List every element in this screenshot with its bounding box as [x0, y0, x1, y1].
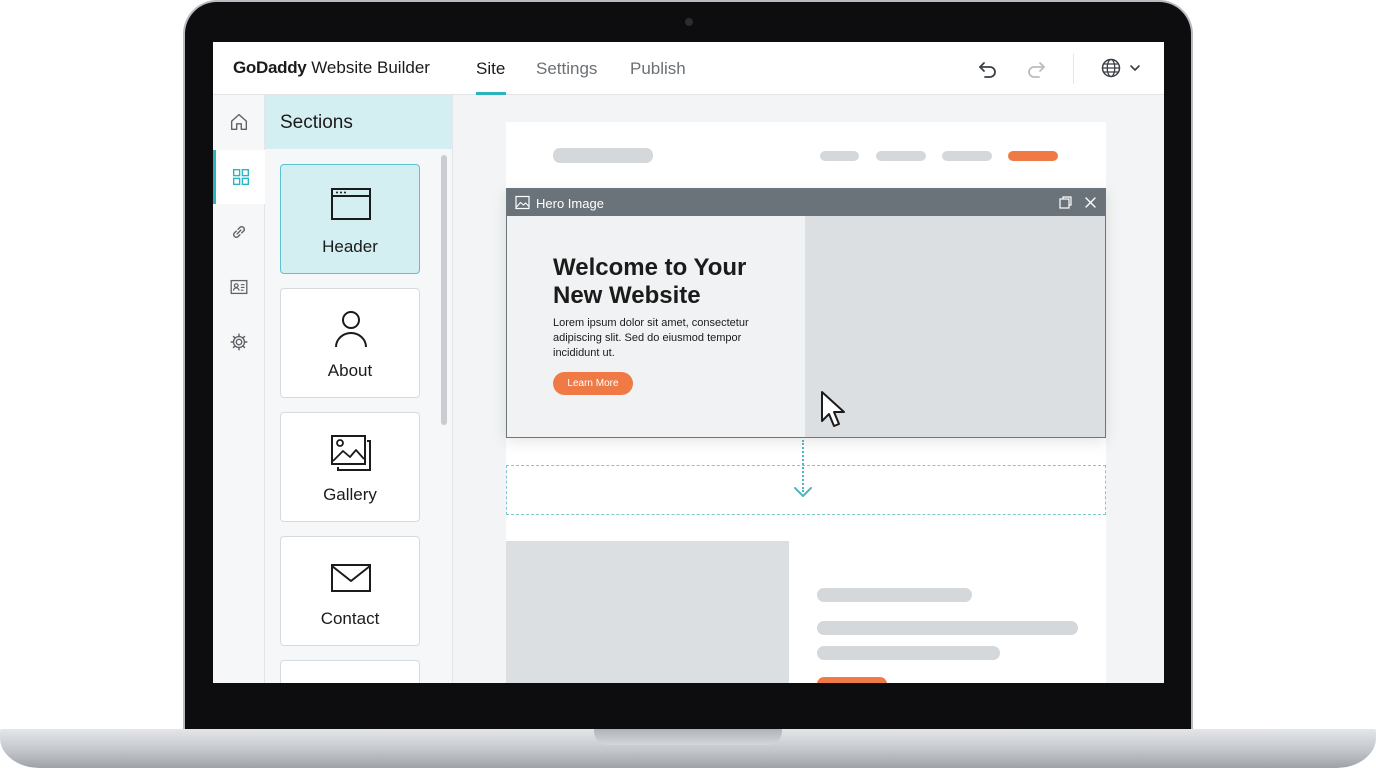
sections-panel: Sections Header About Gallery Contact — [265, 95, 453, 683]
placeholder-logo — [553, 148, 653, 163]
learn-more-button[interactable]: Learn More — [553, 372, 633, 395]
section-card-label: About — [327, 361, 373, 380]
placeholder-image — [506, 541, 789, 683]
top-bar: GoDaddy Website Builder Site Settings Pu… — [213, 42, 1164, 95]
rail-home-button[interactable] — [213, 95, 265, 149]
hero-body-text: Lorem ipsum dolor sit amet, consectetur … — [553, 317, 749, 359]
person-icon — [335, 311, 367, 348]
image-icon — [515, 195, 530, 210]
panel-scrollbar[interactable] — [441, 155, 447, 425]
screen: GoDaddy Website Builder Site Settings Pu… — [213, 42, 1164, 683]
rail-profile-button[interactable] — [213, 260, 265, 314]
tab-settings[interactable]: Settings — [536, 59, 597, 79]
close-icon[interactable] — [1083, 195, 1098, 210]
envelope-icon — [331, 564, 371, 592]
rail-links-button[interactable] — [213, 205, 265, 259]
duplicate-icon[interactable] — [1058, 195, 1073, 210]
hero-title: Welcome to Your New Website — [553, 254, 747, 309]
placeholder-text-line — [817, 646, 1000, 660]
placeholder-nav-item — [820, 151, 859, 161]
toolbar-divider — [1073, 54, 1074, 84]
sections-panel-header: Sections — [265, 95, 452, 149]
sections-title: Sections — [280, 112, 353, 133]
browser-window-icon — [331, 188, 371, 220]
section-card-label: Header — [322, 237, 378, 256]
section-card-about[interactable]: About — [280, 288, 420, 398]
placeholder-nav-item — [942, 151, 992, 161]
globe-icon[interactable] — [1099, 56, 1123, 80]
hero-section-toolbar: Hero Image — [507, 189, 1105, 216]
home-icon — [230, 113, 248, 131]
mouse-cursor-icon — [821, 391, 845, 427]
arrow-down-icon — [794, 487, 812, 497]
hero-image-placeholder — [805, 216, 1105, 437]
laptop-notch — [594, 729, 782, 745]
tab-publish[interactable]: Publish — [630, 59, 686, 79]
chevron-down-icon[interactable] — [1126, 56, 1144, 80]
section-card-more[interactable] — [280, 660, 420, 683]
link-icon — [233, 226, 245, 238]
profile-card-icon — [230, 279, 248, 295]
icon-rail — [213, 95, 265, 683]
section-card-contact[interactable]: Contact — [280, 536, 420, 646]
placeholder-heading — [817, 588, 972, 602]
hero-section-label: Hero Image — [536, 196, 604, 211]
placeholder-nav-item — [876, 151, 926, 161]
camera-icon — [685, 18, 693, 26]
section-card-label: Contact — [320, 609, 380, 628]
section-card-header[interactable]: Header — [280, 164, 420, 274]
hero-section[interactable]: Hero Image Welcome to Your New Website L… — [506, 188, 1106, 438]
brand-logo[interactable]: GoDaddy Website Builder — [233, 58, 430, 78]
rail-settings-button[interactable] — [213, 315, 265, 369]
section-card-gallery[interactable]: Gallery — [280, 412, 420, 522]
tab-site[interactable]: Site — [476, 59, 505, 79]
placeholder-text-line — [817, 621, 1078, 635]
undo-icon[interactable] — [976, 56, 1000, 80]
redo-icon[interactable] — [1024, 56, 1048, 80]
placeholder-button — [817, 677, 887, 683]
section-card-label: Gallery — [323, 485, 377, 504]
rail-sections-button[interactable] — [213, 150, 265, 204]
active-tab-indicator — [476, 92, 506, 95]
grid-icon — [232, 168, 249, 186]
image-stack-icon — [331, 435, 371, 471]
gear-icon — [230, 333, 248, 351]
placeholder-nav-cta — [1008, 151, 1058, 161]
